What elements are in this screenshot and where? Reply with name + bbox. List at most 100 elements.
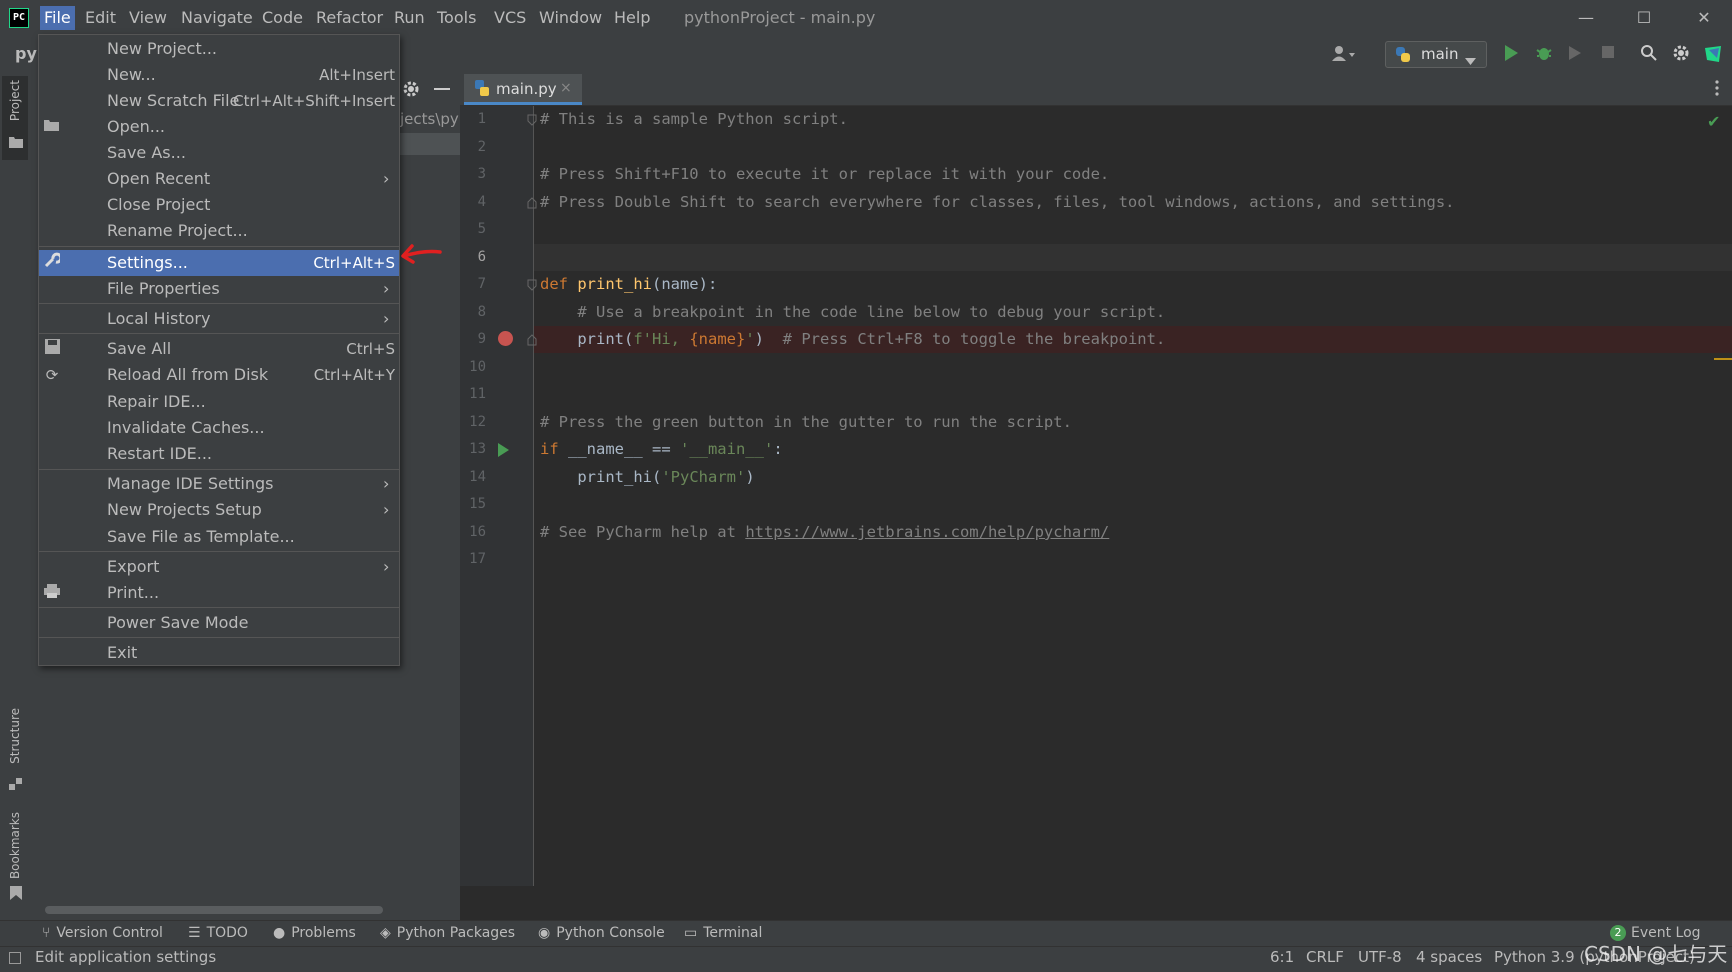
code-line-13: if __name__ == '__main__':: [540, 440, 783, 458]
code-line-4: # Press Double Shift to search everywher…: [540, 193, 1455, 211]
run-gutter-icon[interactable]: [498, 443, 509, 457]
tab-todo[interactable]: ☰ TODO: [188, 925, 248, 941]
code-editor[interactable]: [460, 106, 1732, 886]
inspection-ok-icon[interactable]: ✔: [1707, 112, 1720, 131]
menu-separator: [39, 246, 399, 247]
code-line-7: def print_hi(name):: [540, 275, 717, 293]
menu-reload-from-disk[interactable]: ⟳ Reload All from Disk Ctrl+Alt+Y: [39, 362, 399, 388]
more-options-icon[interactable]: [1715, 80, 1719, 100]
submenu-arrow-icon: ›: [383, 169, 390, 188]
menu-close-project[interactable]: Close Project: [39, 192, 399, 218]
jetbrains-toolbox-icon[interactable]: [1703, 44, 1723, 64]
menu-run[interactable]: Run: [390, 6, 429, 30]
debug-icon[interactable]: [1534, 44, 1554, 64]
menu-save-as[interactable]: Save As...: [39, 140, 399, 166]
python-icon: [1394, 46, 1412, 68]
menu-help[interactable]: Help: [610, 6, 654, 30]
menu-repair-ide[interactable]: Repair IDE...: [39, 389, 399, 415]
menu-item-label: Save File as Template...: [107, 527, 295, 546]
menu-item-label: Rename Project...: [107, 221, 248, 240]
menu-save-all[interactable]: Save All Ctrl+S: [39, 336, 399, 362]
submenu-arrow-icon: ›: [383, 474, 390, 493]
menu-new-scratch-file[interactable]: New Scratch File Ctrl+Alt+Shift+Insert: [39, 88, 399, 114]
project-tree-selected-row[interactable]: [400, 133, 460, 155]
menu-refactor[interactable]: Refactor: [312, 6, 387, 30]
coverage-icon[interactable]: [1565, 44, 1585, 64]
fstring-expr: {name}: [689, 330, 746, 348]
run-icon[interactable]: [1501, 44, 1521, 64]
line-number: 9: [477, 331, 486, 347]
problems-icon: ●: [273, 925, 286, 941]
status-message: Edit application settings: [35, 948, 217, 966]
fold-marker-icon[interactable]: [527, 277, 537, 295]
fold-marker-icon[interactable]: [527, 332, 537, 350]
menu-vcs[interactable]: VCS: [490, 6, 530, 30]
menu-item-label: Close Project: [107, 195, 211, 214]
menu-settings[interactable]: Settings... Ctrl+Alt+S: [39, 250, 399, 276]
maximize-button[interactable]: ☐: [1624, 6, 1664, 30]
packages-icon: ◈: [380, 925, 391, 941]
help-link[interactable]: https://www.jetbrains.com/help/pycharm/: [745, 523, 1109, 541]
tab-problems[interactable]: ● Problems: [273, 925, 356, 941]
stop-icon[interactable]: [1598, 44, 1618, 64]
toggle-tool-windows-icon[interactable]: [9, 952, 21, 964]
terminal-icon: ▭: [684, 925, 698, 941]
code-line-14: print_hi('PyCharm'): [540, 468, 754, 486]
menu-new-project[interactable]: New Project...: [39, 36, 399, 62]
close-tab-icon[interactable]: ×: [560, 80, 572, 96]
tab-terminal[interactable]: ▭ Terminal: [684, 925, 762, 941]
tab-version-control[interactable]: ⑂ Version Control: [42, 925, 163, 941]
menu-new[interactable]: New... Alt+Insert: [39, 62, 399, 88]
hide-panel-icon[interactable]: [434, 88, 450, 90]
bookmarks-tab-label[interactable]: Bookmarks: [8, 812, 22, 879]
menu-invalidate-caches[interactable]: Invalidate Caches...: [39, 415, 399, 441]
scrollbar-marker[interactable]: [1714, 358, 1732, 360]
minimize-button[interactable]: —: [1566, 6, 1606, 30]
menu-file-properties[interactable]: File Properties ›: [39, 276, 399, 302]
line-separator[interactable]: CRLF: [1306, 948, 1344, 966]
menu-file[interactable]: File: [40, 6, 75, 30]
save-icon: [43, 336, 61, 362]
caret-position[interactable]: 6:1: [1270, 948, 1294, 966]
breakpoint-icon[interactable]: [498, 331, 513, 346]
menu-navigate[interactable]: Navigate: [177, 6, 257, 30]
project-tab-label: Project: [8, 80, 22, 122]
project-panel-scrollbar[interactable]: [45, 906, 383, 914]
menu-item-label: Repair IDE...: [107, 392, 206, 411]
fold-marker-icon[interactable]: [527, 112, 537, 130]
panel-gear-icon[interactable]: [402, 80, 420, 102]
menu-save-file-as-template[interactable]: Save File as Template...: [39, 524, 399, 550]
indent-setting[interactable]: 4 spaces: [1416, 948, 1482, 966]
file-encoding[interactable]: UTF-8: [1358, 948, 1402, 966]
menu-new-projects-setup[interactable]: New Projects Setup ›: [39, 497, 399, 523]
tab-label: Version Control: [56, 925, 163, 941]
menu-tools[interactable]: Tools: [433, 6, 480, 30]
menu-view[interactable]: View: [125, 6, 171, 30]
tab-python-console[interactable]: ◉ Python Console: [538, 925, 665, 941]
menu-exit[interactable]: Exit: [39, 640, 399, 666]
menu-manage-ide-settings[interactable]: Manage IDE Settings ›: [39, 471, 399, 497]
menu-code[interactable]: Code: [258, 6, 307, 30]
menu-rename-project[interactable]: Rename Project...: [39, 218, 399, 244]
menu-export[interactable]: Export ›: [39, 554, 399, 580]
menu-print[interactable]: Print...: [39, 580, 399, 606]
user-icon[interactable]: [1330, 44, 1355, 64]
menu-item-label: Print...: [107, 583, 160, 602]
search-icon[interactable]: [1639, 44, 1659, 64]
fold-marker-icon[interactable]: [527, 195, 537, 213]
menu-open-recent[interactable]: Open Recent ›: [39, 166, 399, 192]
menu-window[interactable]: Window: [535, 6, 606, 30]
menu-edit[interactable]: Edit: [81, 6, 120, 30]
line-number: 5: [477, 221, 486, 237]
gear-icon[interactable]: [1671, 44, 1691, 64]
menu-open[interactable]: Open...: [39, 114, 399, 140]
tab-python-packages[interactable]: ◈ Python Packages: [380, 925, 515, 941]
menu-local-history[interactable]: Local History ›: [39, 306, 399, 332]
structure-icon: [9, 776, 23, 794]
structure-tab-label[interactable]: Structure: [8, 708, 22, 764]
submenu-arrow-icon: ›: [383, 557, 390, 576]
project-name-short[interactable]: py: [15, 44, 37, 63]
close-window-button[interactable]: ✕: [1684, 6, 1724, 30]
menu-power-save-mode[interactable]: Power Save Mode: [39, 610, 399, 636]
menu-restart-ide[interactable]: Restart IDE...: [39, 441, 399, 467]
